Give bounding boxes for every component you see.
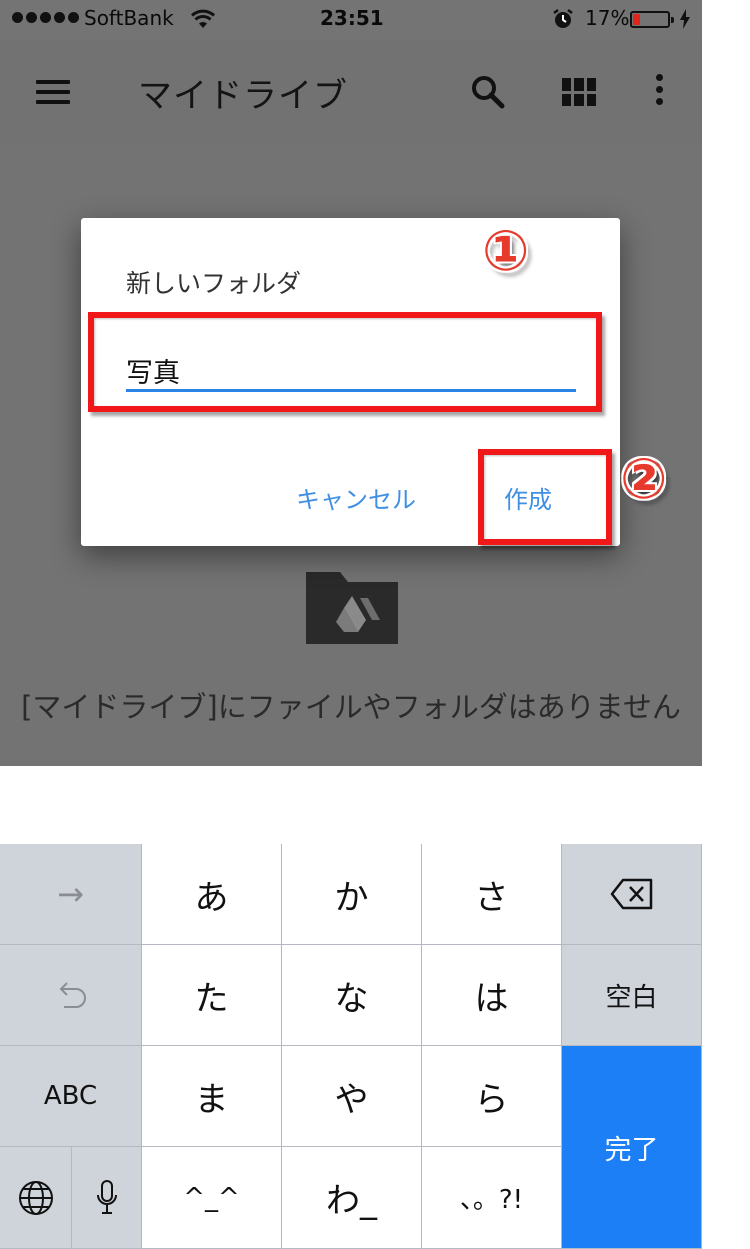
microphone-key[interactable]: [72, 1147, 142, 1249]
key-ra[interactable]: ら: [422, 1046, 562, 1147]
drive-folder-icon: [306, 572, 398, 644]
key-emoticon[interactable]: ^_^: [142, 1147, 282, 1249]
more-vert-icon[interactable]: [656, 74, 666, 110]
signal-strength-icon: [12, 12, 79, 23]
arrow-right-key[interactable]: →: [0, 844, 142, 945]
backspace-icon: [610, 878, 652, 910]
globe-icon: [18, 1180, 53, 1215]
key-ka[interactable]: か: [282, 844, 422, 945]
key-wa[interactable]: わ_: [282, 1147, 422, 1249]
battery-icon: [630, 11, 674, 28]
key-ta[interactable]: た: [142, 945, 282, 1046]
backspace-key[interactable]: [562, 844, 702, 945]
keyboard-accessory-area: [0, 766, 702, 844]
key-na[interactable]: な: [282, 945, 422, 1046]
charging-bolt-icon: [680, 9, 690, 29]
key-punctuation[interactable]: 、。?!: [422, 1147, 562, 1249]
step-marker-1: ①: [482, 219, 530, 284]
space-key[interactable]: 空白: [562, 945, 702, 1046]
step-marker-2: ②: [620, 447, 668, 512]
status-bar: SoftBank 23:51 17%: [0, 0, 702, 40]
wifi-icon: [190, 9, 216, 28]
key-a[interactable]: あ: [142, 844, 282, 945]
cancel-button[interactable]: キャンセル: [296, 480, 416, 515]
clock: 23:51: [320, 6, 384, 30]
search-icon[interactable]: [470, 74, 506, 110]
page-title: マイドライブ: [138, 76, 348, 116]
undo-icon: [59, 982, 86, 1008]
key-ha[interactable]: は: [422, 945, 562, 1046]
highlight-box-create: [478, 449, 612, 545]
key-sa[interactable]: さ: [422, 844, 562, 945]
abc-key[interactable]: ABC: [0, 1046, 142, 1147]
key-ya[interactable]: や: [282, 1046, 422, 1147]
done-key[interactable]: 完了: [562, 1046, 702, 1249]
dialog-title: 新しいフォルダ: [126, 269, 302, 298]
grid-view-icon[interactable]: [562, 78, 596, 106]
arrow-right-icon: →: [57, 875, 84, 913]
microphone-icon: [96, 1179, 117, 1214]
alarm-icon: [553, 9, 573, 28]
globe-key[interactable]: [0, 1147, 72, 1249]
carrier-name: SoftBank: [84, 6, 174, 30]
phone-screen: SoftBank 23:51 17% マイドライブ [マイドライブ]にファイルや…: [0, 0, 702, 1249]
battery-percent: 17%: [585, 6, 630, 30]
empty-state-message: [マイドライブ]にファイルやフォルダはありません: [21, 690, 681, 724]
keyboard: → あ か さ た な は 空白 ABC ま や ら 完了 ^_^ わ_ 、。?…: [0, 844, 702, 1249]
right-margin: [702, 0, 750, 1249]
highlight-box-input: [88, 312, 602, 412]
app-bar: マイドライブ: [0, 40, 702, 144]
key-ma[interactable]: ま: [142, 1046, 282, 1147]
menu-icon[interactable]: [36, 80, 70, 104]
undo-key[interactable]: [0, 945, 142, 1046]
